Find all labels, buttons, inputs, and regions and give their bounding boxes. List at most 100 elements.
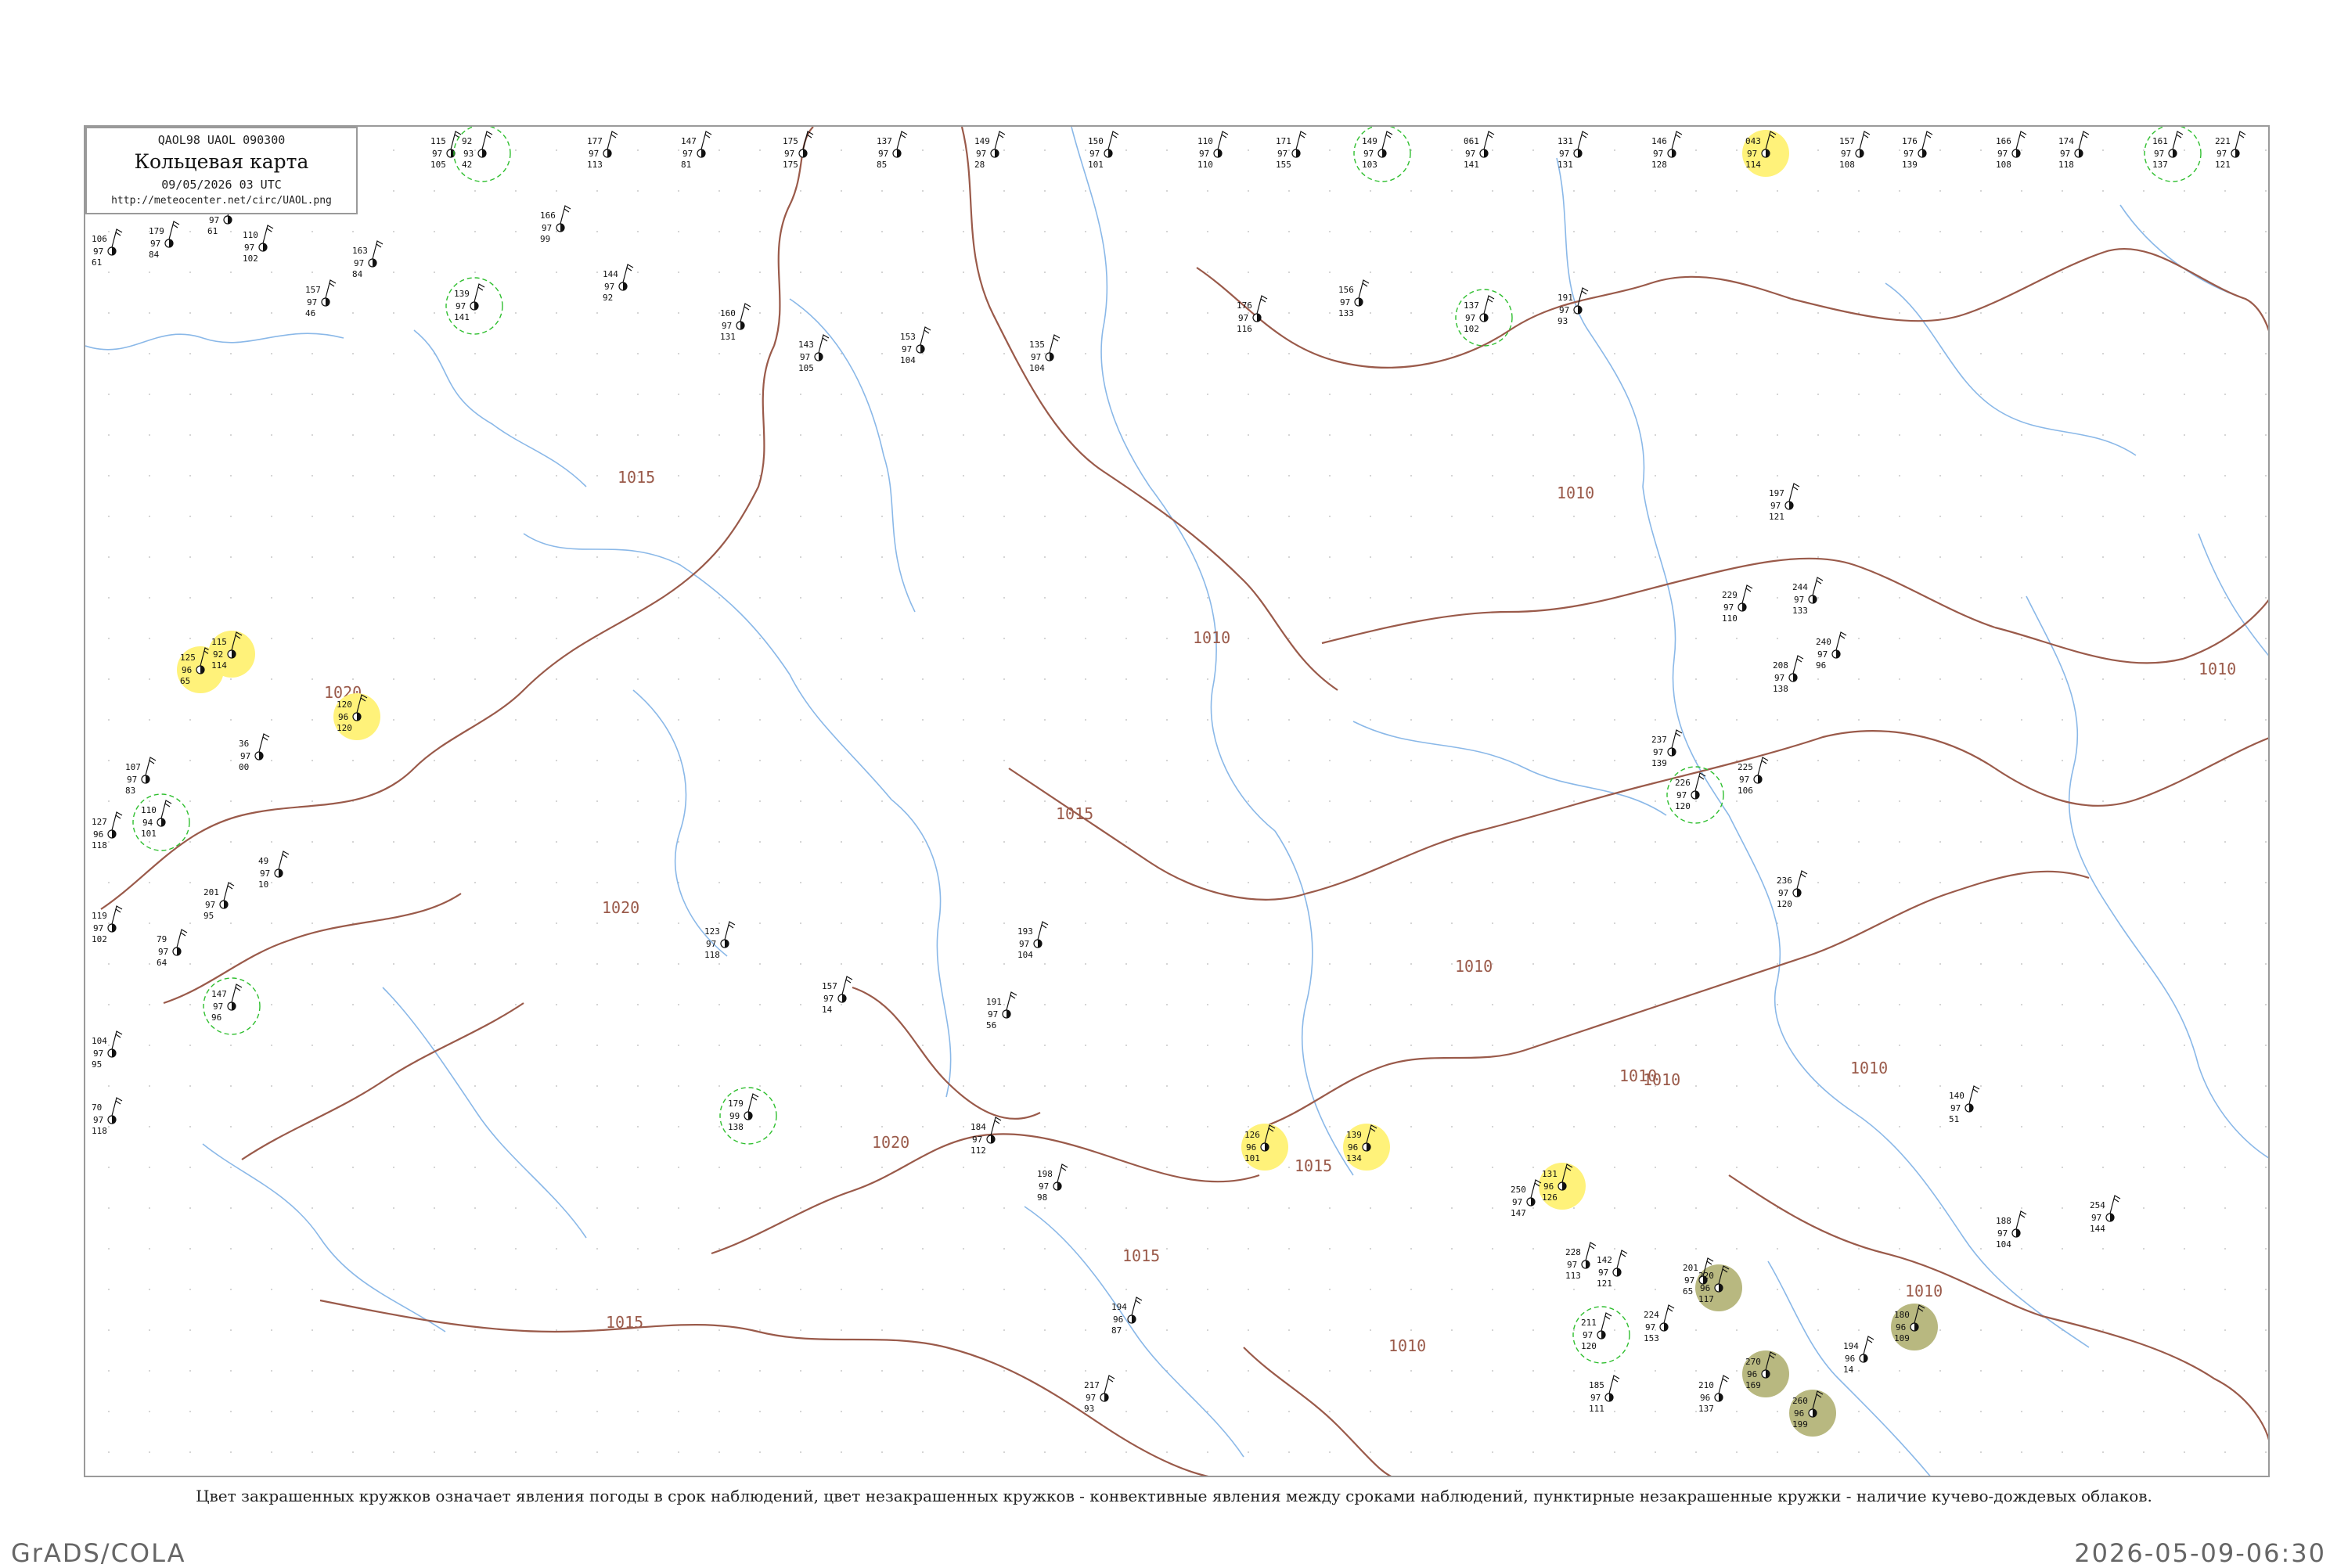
station-plot[interactable]: 19397104	[1017, 921, 1049, 960]
station-plot[interactable]: 1479781	[681, 131, 712, 170]
station-plot[interactable]: 1069761	[92, 228, 123, 268]
station-plot[interactable]: 1449792	[603, 264, 634, 303]
station-visibility: 106	[1738, 786, 1753, 796]
station-plot[interactable]: 21096137	[1698, 1375, 1730, 1414]
grid-dot	[1532, 149, 1534, 151]
station-plot[interactable]: 18597111	[1589, 1375, 1620, 1414]
station-plot[interactable]: 12796118	[92, 811, 123, 851]
station-plot[interactable]: 15797108	[1839, 131, 1871, 170]
grid-dot	[1451, 475, 1453, 477]
grid-dot	[1492, 1126, 1493, 1127]
station-plot[interactable]: 1479796	[203, 977, 261, 1035]
station-plot[interactable]: 12696101	[1241, 1124, 1288, 1171]
station-plot[interactable]: 25097147	[1511, 1179, 1542, 1218]
isobar-line	[1994, 737, 2268, 807]
station-plot[interactable]: 11597105	[430, 131, 462, 170]
station-plot[interactable]: 15697133	[1338, 279, 1370, 318]
station-plot[interactable]: 11094101	[132, 793, 190, 851]
grid-dot	[271, 1126, 272, 1127]
station-plot[interactable]: 22597106	[1738, 757, 1769, 796]
station-dewpoint: 97	[1723, 602, 1734, 613]
station-plot[interactable]: 21197120	[1572, 1306, 1630, 1364]
station-plot[interactable]: 13997141	[445, 277, 503, 335]
station-plot[interactable]: 1049795	[92, 1030, 123, 1070]
station-plot[interactable]: 12096120	[333, 693, 380, 740]
station-plot[interactable]: 20897138	[1773, 655, 1804, 694]
grid-dot	[1817, 678, 1819, 680]
station-plot[interactable]: 7097118	[92, 1097, 123, 1136]
station-plot[interactable]: 1579714	[822, 976, 853, 1015]
station-plot[interactable]: 22096117	[1695, 1264, 1742, 1311]
station-plot[interactable]: 13197131	[1558, 131, 1589, 170]
station-plot[interactable]: 18897104	[1996, 1210, 2027, 1250]
station-plot[interactable]: 17697139	[1902, 131, 1933, 170]
station-plot[interactable]: 11097110	[1197, 131, 1229, 170]
station-plot[interactable]: 17497118	[2058, 131, 2090, 170]
station-plot[interactable]: 16097131	[720, 303, 751, 342]
station-plot[interactable]: 22197121	[2215, 131, 2246, 170]
station-plot[interactable]: 12397118	[704, 921, 736, 960]
grid-dot	[800, 1167, 801, 1168]
station-plot[interactable]: 14997103	[1353, 127, 1411, 182]
station-plot[interactable]: 17797113	[587, 131, 618, 170]
station-plot[interactable]: 13996134	[1343, 1124, 1390, 1171]
station-plot[interactable]: 22497153	[1644, 1304, 1675, 1343]
station-plot[interactable]: 1919756	[986, 991, 1017, 1030]
station-plot[interactable]: 1639784	[352, 240, 384, 279]
station-plot[interactable]: 13797102	[1455, 289, 1513, 347]
grid-dot	[1817, 190, 1819, 192]
station-plot[interactable]: 04397114	[1742, 130, 1789, 177]
grid-dot	[2102, 800, 2104, 802]
station-plot[interactable]: 23697120	[1777, 870, 1808, 909]
station-plot[interactable]: 1949614	[1843, 1336, 1874, 1375]
station-plot[interactable]: 1379785	[877, 131, 908, 170]
station-plot[interactable]: 929342	[453, 127, 511, 182]
station-plot[interactable]: 23797139	[1651, 729, 1683, 768]
grid-dot	[352, 638, 354, 639]
station-plot[interactable]: 25497144	[2090, 1195, 2121, 1234]
station-plot[interactable]: 27096169	[1742, 1350, 1789, 1397]
station-plot[interactable]: 11097102	[243, 225, 274, 264]
grid-dot	[230, 800, 232, 802]
station-plot[interactable]: 11592114	[208, 631, 255, 678]
station-plot[interactable]: 1409751	[1949, 1085, 1980, 1124]
station-plot[interactable]: 17999138	[719, 1087, 777, 1145]
station-plot[interactable]: 22997110	[1722, 584, 1753, 624]
station-plot[interactable]: 799764	[157, 929, 188, 968]
station-plot[interactable]: 18497112	[971, 1117, 1002, 1156]
station-plot[interactable]: 369700	[239, 733, 270, 772]
station-plot[interactable]: 14297121	[1597, 1250, 1628, 1289]
station-plot[interactable]: 06197141	[1464, 131, 1495, 170]
station-plot[interactable]: 1919793	[1558, 287, 1589, 326]
map-url[interactable]: http://meteocenter.net/circ/UAOL.png	[87, 195, 356, 207]
station-plot[interactable]: 26096199	[1789, 1390, 1836, 1437]
wind-barb-icon	[145, 757, 157, 776]
station-plot[interactable]: 1989798	[1037, 1163, 1068, 1203]
station-plot[interactable]: 15397104	[900, 326, 931, 365]
grid-dot	[2062, 760, 2063, 761]
station-plot[interactable]: 13196126	[1539, 1163, 1586, 1210]
station-plot[interactable]: 11997102	[92, 905, 123, 944]
station-plot[interactable]: 24497133	[1792, 577, 1824, 616]
station-plot[interactable]: 1499728	[974, 131, 1006, 170]
station-plot[interactable]: 17697116	[1237, 295, 1268, 334]
grid-dot	[1777, 719, 1778, 721]
station-plot[interactable]: 15097101	[1088, 131, 1119, 170]
station-plot[interactable]: 1669799	[540, 205, 571, 244]
station-plot[interactable]: 18096109	[1891, 1304, 1938, 1350]
station-plot[interactable]: 19797121	[1769, 483, 1800, 522]
station-plot[interactable]: 14397105	[798, 334, 830, 373]
station-plot[interactable]: 1079783	[125, 757, 157, 796]
station-plot[interactable]: 499710	[258, 851, 290, 890]
station-plot[interactable]: 17197155	[1276, 131, 1307, 170]
station-plot[interactable]: 2179793	[1084, 1375, 1115, 1414]
station-plot[interactable]: 14697128	[1651, 131, 1683, 170]
station-plot[interactable]: 22897113	[1565, 1242, 1597, 1281]
station-plot[interactable]: 2019795	[203, 882, 235, 921]
station-plot[interactable]: 2409796	[1816, 631, 1847, 671]
station-plot[interactable]: 1799784	[149, 221, 180, 260]
grid-dot	[922, 1004, 924, 1005]
station-plot[interactable]: 16197137	[2144, 127, 2202, 182]
station-plot[interactable]: 1579746	[305, 279, 337, 318]
station-plot[interactable]: 17597175	[783, 131, 814, 170]
